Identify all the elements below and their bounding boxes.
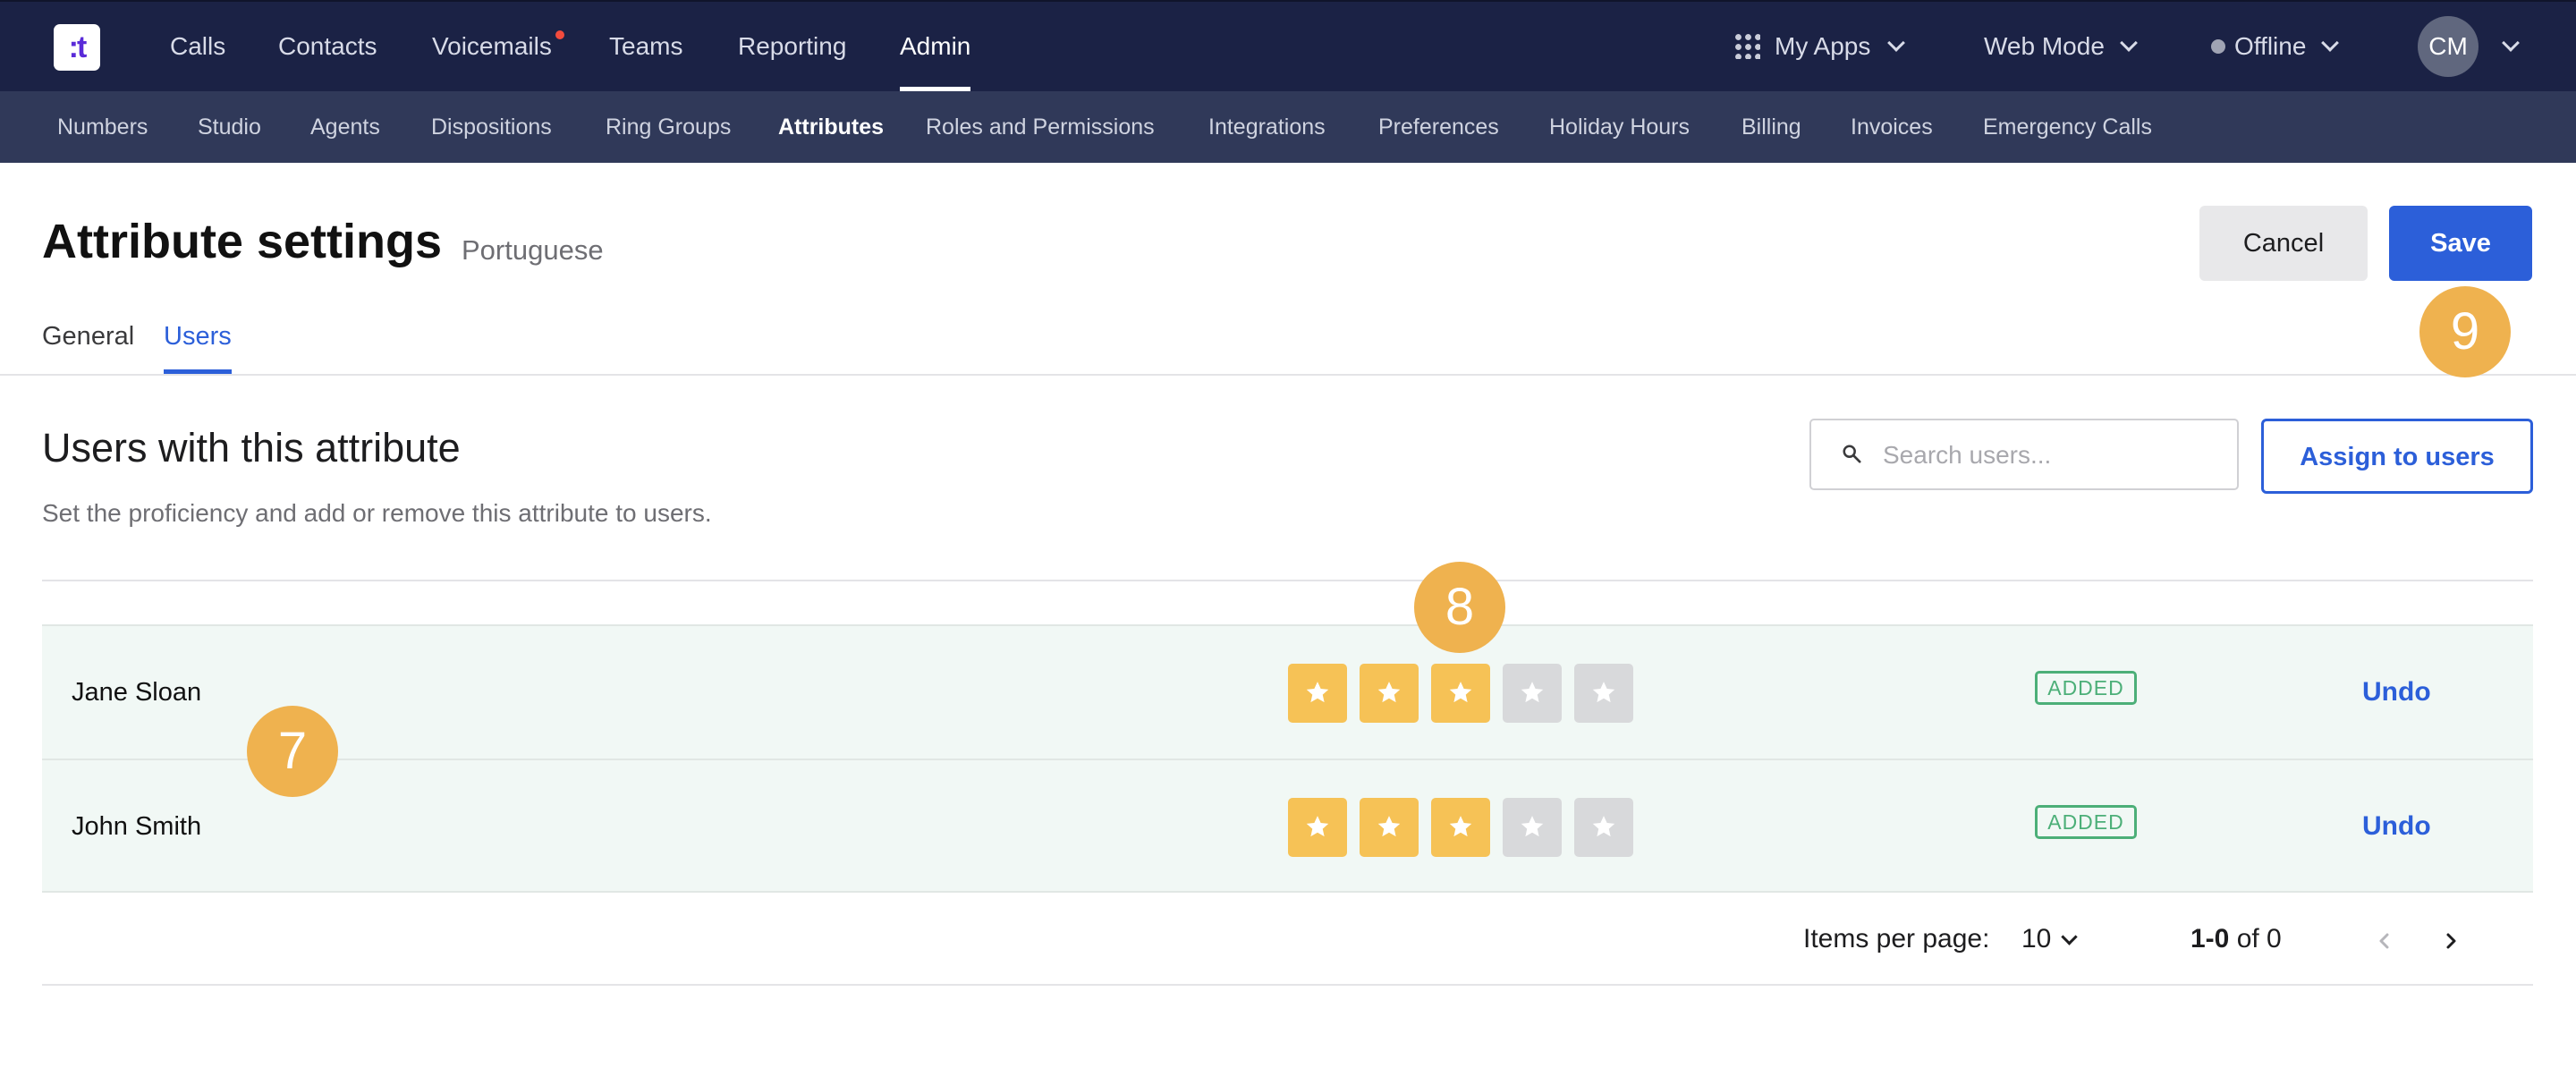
search-icon — [1843, 445, 1861, 463]
chevron-right-icon[interactable] — [2440, 930, 2462, 952]
chevron-down-icon — [1887, 34, 1906, 52]
status-dot-icon — [2211, 38, 2225, 54]
items-per-page-label: Items per page: — [1803, 924, 1990, 954]
page-title: Attribute settings — [42, 215, 443, 268]
chevron-down-icon — [2502, 34, 2520, 52]
subnav-integrations[interactable]: Integrations — [1208, 91, 1326, 163]
step-marker-8: 8 — [1414, 562, 1505, 653]
status-menu[interactable]: Offline — [2211, 2, 2340, 91]
chevron-down-icon — [2119, 34, 2138, 52]
tab-users[interactable]: Users — [164, 317, 232, 374]
nav-voicemails-label: Voicemails — [432, 32, 552, 60]
assign-to-users-button[interactable]: Assign to users — [2261, 419, 2533, 494]
subnav-attributes[interactable]: Attributes — [778, 91, 884, 163]
chevron-down-icon — [2061, 928, 2079, 945]
section-description: Set the proficiency and add or remove th… — [42, 499, 712, 527]
nav-admin[interactable]: Admin — [900, 2, 971, 91]
star-icon — [1592, 816, 1615, 837]
admin-sub-navigation: Numbers Studio Agents Dispositions Ring … — [0, 91, 2576, 163]
star-5[interactable] — [1574, 798, 1633, 857]
avatar[interactable]: CM — [2418, 16, 2479, 77]
pagination-range-total: of 0 — [2236, 924, 2282, 954]
star-3[interactable] — [1431, 664, 1490, 723]
chevron-down-icon — [2321, 34, 2340, 52]
subnav-studio[interactable]: Studio — [198, 91, 261, 163]
table-row: John Smith ADDED Undo — [42, 759, 2533, 893]
star-icon — [1377, 682, 1401, 703]
star-4[interactable] — [1503, 664, 1562, 723]
subnav-emergency-calls[interactable]: Emergency Calls — [1983, 91, 2152, 163]
attribute-name: Portuguese — [462, 234, 604, 266]
star-3[interactable] — [1431, 798, 1490, 857]
app-logo[interactable]: :t — [54, 24, 100, 71]
star-2[interactable] — [1360, 664, 1419, 723]
account-menu-toggle[interactable] — [2487, 2, 2520, 91]
section-title: Users with this attribute — [42, 425, 461, 470]
user-name: Jane Sloan — [72, 678, 202, 707]
notification-dot-icon — [555, 30, 564, 39]
star-icon — [1306, 682, 1329, 703]
nav-contacts[interactable]: Contacts — [278, 2, 377, 91]
subnav-agents[interactable]: Agents — [310, 91, 380, 163]
star-icon — [1521, 682, 1544, 703]
subnav-invoices[interactable]: Invoices — [1851, 91, 1933, 163]
star-2[interactable] — [1360, 798, 1419, 857]
web-mode-label: Web Mode — [1984, 32, 2105, 60]
step-marker-9: 9 — [2419, 286, 2511, 377]
star-icon — [1306, 816, 1329, 837]
star-icon — [1449, 816, 1472, 837]
star-1[interactable] — [1288, 798, 1347, 857]
status-badge: ADDED — [2035, 805, 2137, 839]
star-icon — [1521, 816, 1544, 837]
subnav-roles-and-permissions[interactable]: Roles and Permissions — [926, 91, 1155, 163]
status-badge: ADDED — [2035, 671, 2137, 705]
subnav-preferences[interactable]: Preferences — [1378, 91, 1499, 163]
search-input[interactable] — [1883, 433, 2223, 478]
save-button[interactable]: Save — [2389, 206, 2532, 281]
nav-teams[interactable]: Teams — [609, 2, 682, 91]
star-icon — [1377, 816, 1401, 837]
subnav-holiday-hours[interactable]: Holiday Hours — [1549, 91, 1690, 163]
subnav-dispositions[interactable]: Dispositions — [431, 91, 552, 163]
subnav-billing[interactable]: Billing — [1741, 91, 1801, 163]
my-apps-label: My Apps — [1775, 32, 1871, 60]
step-marker-7: 7 — [247, 706, 338, 797]
top-navigation-bar: :t Calls Contacts Voicemails Teams Repor… — [0, 0, 2576, 91]
status-label: Offline — [2234, 32, 2307, 60]
list-divider — [42, 580, 2533, 581]
star-1[interactable] — [1288, 664, 1347, 723]
nav-voicemails[interactable]: Voicemails — [432, 2, 564, 91]
grid-icon — [1733, 31, 1760, 59]
web-mode-menu[interactable]: Web Mode — [1984, 2, 2138, 91]
star-icon — [1449, 682, 1472, 703]
user-name: John Smith — [72, 812, 202, 841]
search-users-box[interactable] — [1809, 419, 2239, 490]
pagination-range: 1-0 of 0 — [2190, 923, 2282, 955]
undo-link[interactable]: Undo — [2362, 676, 2431, 708]
items-per-page-select[interactable]: 10 — [2021, 923, 2079, 955]
items-per-page-value: 10 — [2021, 924, 2052, 954]
chevron-left-icon[interactable] — [2374, 930, 2395, 952]
list-bottom-divider — [42, 984, 2533, 986]
subnav-numbers[interactable]: Numbers — [57, 91, 148, 163]
star-4[interactable] — [1503, 798, 1562, 857]
undo-link[interactable]: Undo — [2362, 810, 2431, 843]
tabs-divider — [0, 374, 2576, 376]
my-apps-menu[interactable]: My Apps — [1733, 2, 1906, 91]
nav-calls[interactable]: Calls — [170, 2, 225, 91]
subnav-ring-groups[interactable]: Ring Groups — [606, 91, 731, 163]
cancel-button[interactable]: Cancel — [2199, 206, 2368, 281]
table-row: Jane Sloan ADDED Undo — [42, 624, 2533, 759]
star-icon — [1592, 682, 1615, 703]
star-5[interactable] — [1574, 664, 1633, 723]
pagination-range-current: 1-0 — [2190, 924, 2230, 954]
tab-general[interactable]: General — [42, 317, 134, 374]
nav-reporting[interactable]: Reporting — [738, 2, 846, 91]
